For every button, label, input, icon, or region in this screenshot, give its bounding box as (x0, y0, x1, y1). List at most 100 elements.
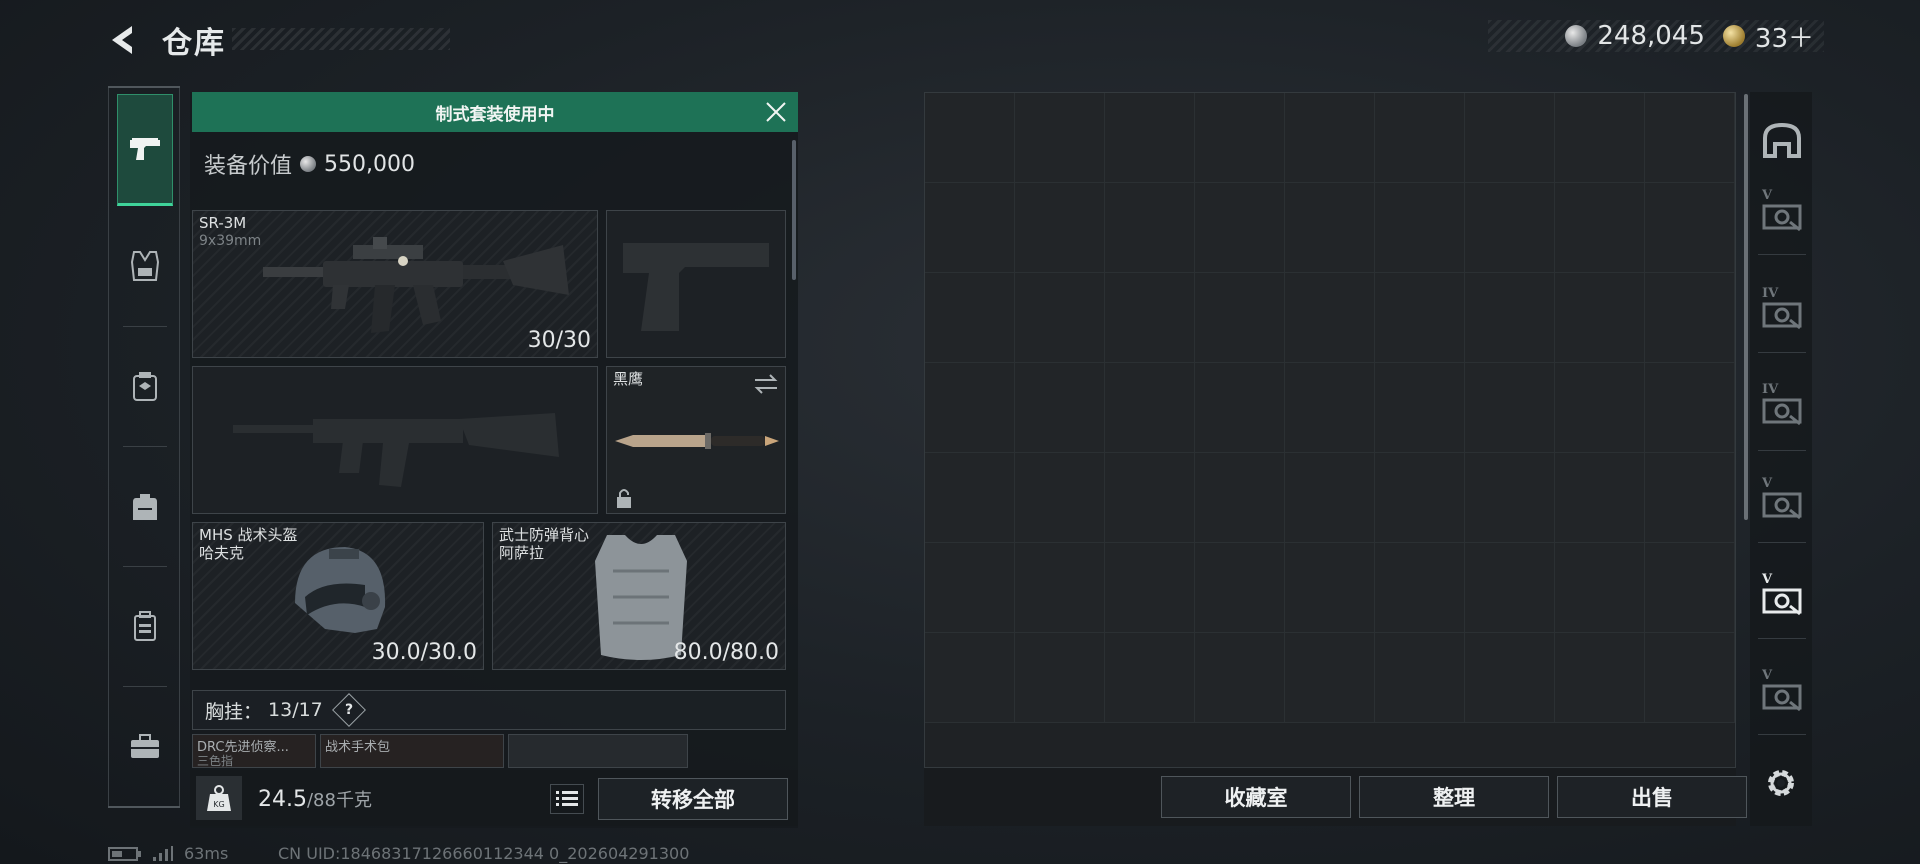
storage-cell[interactable] (1195, 633, 1285, 723)
storage-cell[interactable] (1555, 633, 1645, 723)
settings-button[interactable] (1760, 762, 1802, 804)
storage-cell[interactable] (1285, 93, 1375, 183)
storage-cell[interactable] (1375, 93, 1465, 183)
storage-cell[interactable] (1465, 363, 1555, 453)
container-slot[interactable]: V (1760, 668, 1804, 714)
container-slot[interactable]: V (1760, 572, 1804, 618)
organize-button[interactable]: 整理 (1359, 776, 1549, 818)
stash-button[interactable] (1760, 118, 1804, 162)
storage-cell[interactable] (1555, 273, 1645, 363)
storage-cell[interactable] (1465, 453, 1555, 543)
storage-cell[interactable] (1375, 273, 1465, 363)
storage-cell[interactable] (1645, 363, 1735, 453)
container-slot[interactable]: IV (1760, 382, 1804, 428)
storage-cell[interactable] (925, 543, 1015, 633)
storage-cell[interactable] (1375, 453, 1465, 543)
storage-cell[interactable] (1555, 183, 1645, 273)
close-icon[interactable] (764, 100, 788, 124)
storage-grid[interactable] (924, 92, 1736, 768)
storage-cell[interactable] (1105, 93, 1195, 183)
container-slot[interactable]: V (1760, 476, 1804, 522)
storage-cell[interactable] (1015, 633, 1105, 723)
gold-balance[interactable]: 33＋ (1755, 18, 1814, 55)
storage-cell[interactable] (1555, 93, 1645, 183)
storage-cell[interactable] (925, 273, 1015, 363)
back-button[interactable] (104, 20, 144, 60)
tab-medkit[interactable] (117, 690, 173, 802)
storage-cell[interactable] (1285, 183, 1375, 273)
chest-rig-item[interactable]: DRC先进侦察... 三色指 (192, 734, 316, 768)
container-slot[interactable]: V (1760, 188, 1804, 234)
storage-cell[interactable] (1645, 543, 1735, 633)
storage-cell[interactable] (1195, 93, 1285, 183)
storage-cell[interactable] (1015, 93, 1105, 183)
storage-cell[interactable] (1285, 453, 1375, 543)
tab-armor[interactable] (117, 210, 173, 322)
storage-cell[interactable] (925, 93, 1015, 183)
storage-cell[interactable] (1645, 453, 1735, 543)
storage-cell[interactable] (1105, 453, 1195, 543)
storage-cell[interactable] (1645, 93, 1735, 183)
storage-cell[interactable] (1105, 183, 1195, 273)
storage-cell[interactable] (1375, 633, 1465, 723)
chest-rig-row[interactable]: 胸挂： 13/17 ? (192, 690, 786, 730)
storage-cell[interactable] (1285, 273, 1375, 363)
storage-cell[interactable] (1015, 453, 1105, 543)
storage-cell[interactable] (925, 633, 1015, 723)
storage-cell[interactable] (1645, 183, 1735, 273)
storage-cell[interactable] (1465, 93, 1555, 183)
storage-cell[interactable] (1645, 633, 1735, 723)
storage-cell[interactable] (1105, 633, 1195, 723)
tab-chest-rig[interactable] (117, 330, 173, 442)
helmet-slot[interactable]: MHS 战术头盔 哈夫克 30.0/30.0 (192, 522, 484, 670)
list-view-button[interactable] (550, 784, 584, 814)
swap-icon[interactable] (753, 373, 779, 395)
storage-cell[interactable] (1555, 453, 1645, 543)
tab-container[interactable] (117, 570, 173, 682)
storage-cell[interactable] (1195, 453, 1285, 543)
melee-slot[interactable]: 黑鹰 (606, 366, 786, 514)
equipment-scrollbar[interactable] (792, 140, 796, 280)
storage-cell[interactable] (1015, 543, 1105, 633)
secondary-weapon-slot[interactable] (192, 366, 598, 514)
storage-cell[interactable] (1555, 363, 1645, 453)
storage-cell[interactable] (1015, 363, 1105, 453)
storage-cell[interactable] (1375, 363, 1465, 453)
chest-rig-item[interactable] (508, 734, 688, 768)
storage-cell[interactable] (1465, 183, 1555, 273)
vest-slot[interactable]: 武士防弹背心 阿萨拉 80.0/80.0 (492, 522, 786, 670)
storage-cell[interactable] (1645, 273, 1735, 363)
storage-cell[interactable] (1285, 363, 1375, 453)
storage-cell[interactable] (1195, 363, 1285, 453)
storage-cell[interactable] (1555, 543, 1645, 633)
storage-cell[interactable] (1105, 273, 1195, 363)
sidearm-slot[interactable] (606, 210, 786, 358)
tab-backpack[interactable] (117, 450, 173, 562)
container-slot[interactable]: IV (1760, 286, 1804, 332)
storage-cell[interactable] (1465, 273, 1555, 363)
storage-scrollbar[interactable] (1744, 94, 1748, 520)
storage-cell[interactable] (925, 183, 1015, 273)
chest-rig-item[interactable]: 战术手术包 (320, 734, 504, 768)
storage-cell[interactable] (1465, 633, 1555, 723)
storage-cell[interactable] (1465, 543, 1555, 633)
storage-cell[interactable] (1195, 273, 1285, 363)
storage-cell[interactable] (1195, 543, 1285, 633)
primary-weapon-slot[interactable]: SR-3M 9x39mm 30/30 (192, 210, 598, 358)
storage-cell[interactable] (1015, 183, 1105, 273)
storage-cell[interactable] (1375, 183, 1465, 273)
storage-cell[interactable] (1105, 543, 1195, 633)
help-icon[interactable]: ? (331, 693, 366, 727)
storage-cell[interactable] (1285, 543, 1375, 633)
sell-button[interactable]: 出售 (1557, 776, 1747, 818)
transfer-all-button[interactable]: 转移全部 (598, 778, 788, 820)
storage-cell[interactable] (925, 453, 1015, 543)
storage-cell[interactable] (1015, 273, 1105, 363)
storage-cell[interactable] (925, 363, 1015, 453)
storage-cell[interactable] (1285, 633, 1375, 723)
tab-weapons[interactable] (117, 94, 173, 206)
storage-cell[interactable] (1105, 363, 1195, 453)
collection-room-button[interactable]: 收藏室 (1161, 776, 1351, 818)
storage-cell[interactable] (1195, 183, 1285, 273)
storage-cell[interactable] (1375, 543, 1465, 633)
